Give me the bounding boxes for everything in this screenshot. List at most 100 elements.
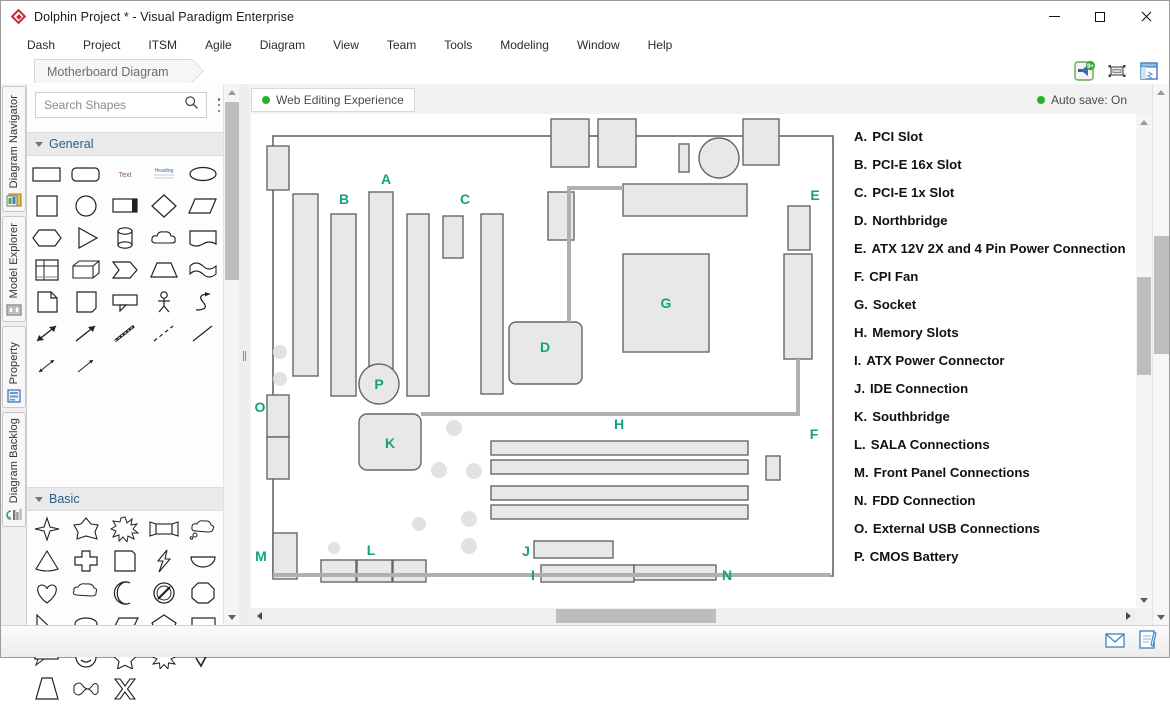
shape-cloud[interactable] [145,222,184,254]
shape-folded-corner[interactable] [66,286,105,318]
menu-item-agile[interactable]: Agile [191,35,246,55]
canvas-vertical-scrollbar[interactable] [1136,114,1152,608]
shape-explosion-star[interactable] [105,513,144,545]
menu-item-modeling[interactable]: Modeling [486,35,563,55]
shape-lightning-bolt[interactable] [145,545,184,577]
shape-cube[interactable] [66,254,105,286]
scrollbar-thumb[interactable] [1137,277,1151,375]
scrollbar-thumb[interactable] [225,102,239,280]
shape-rectangle[interactable] [27,158,66,190]
search-icon[interactable] [184,95,199,115]
splitter-grip[interactable] [243,351,246,361]
menu-item-team[interactable]: Team [373,35,430,55]
minimize-button[interactable] [1031,1,1077,32]
shape-thin-double-arrow[interactable] [27,350,66,382]
note-edit-icon[interactable] [1139,630,1157,654]
shape-arrow-up-right[interactable] [66,318,105,350]
menu-item-tools[interactable]: Tools [430,35,486,55]
panel-layout-icon[interactable] [1137,59,1161,83]
shape-moon[interactable] [105,577,144,609]
shape-chevron-arrow[interactable] [105,254,144,286]
shape-four-point-star[interactable] [27,513,66,545]
shape-process-bar[interactable] [105,190,144,222]
shape-dashed-line[interactable] [145,318,184,350]
shape-trapezoid-tall[interactable] [27,673,66,705]
panel-splitter[interactable] [239,84,249,625]
shape-cross[interactable] [66,545,105,577]
scroll-up-icon[interactable] [1153,84,1169,100]
shape-octagon[interactable] [184,577,223,609]
close-button[interactable] [1123,1,1169,32]
shape-wave[interactable] [184,254,223,286]
shape-circle[interactable] [66,190,105,222]
shape-x-cross[interactable] [105,673,144,705]
shape-actor[interactable] [145,286,184,318]
shape-curve-arrow[interactable] [184,286,223,318]
shape-ribbon-banner[interactable] [145,513,184,545]
motherboard-diagram-svg[interactable]: A B C D E F G H I J K L M N O P [251,114,1136,608]
search-shapes-field[interactable] [35,92,207,118]
tab-motherboard-diagram[interactable]: Motherboard Diagram [34,59,192,83]
shapes-panel-scrollbar[interactable] [223,84,239,625]
message-icon[interactable] [1105,632,1125,653]
shape-diamond[interactable] [145,190,184,222]
scroll-down-icon[interactable] [1136,592,1152,608]
shape-square-folded[interactable] [105,545,144,577]
scroll-left-icon[interactable] [251,608,267,624]
shape-heart[interactable] [27,577,66,609]
menu-item-view[interactable]: View [319,35,373,55]
scroll-up-icon[interactable] [1136,114,1152,130]
section-header-basic[interactable]: Basic [27,487,223,511]
scroll-up-icon[interactable] [224,84,240,100]
shape-wave-ribbon[interactable] [66,673,105,705]
shape-thought-cloud[interactable] [184,513,223,545]
scroll-down-icon[interactable] [224,609,240,625]
editor-outer-scrollbar[interactable] [1152,84,1169,625]
sidebar-tab-property[interactable]: Property [2,326,26,408]
fit-to-screen-icon[interactable] [1105,59,1129,83]
shape-heading-text[interactable]: Heading [145,158,184,190]
shape-square[interactable] [27,190,66,222]
sidebar-tab-model-explorer[interactable]: Model Explorer [2,216,26,322]
announcement-icon[interactable]: 9+ [1073,59,1097,83]
shape-parallelogram[interactable] [184,190,223,222]
canvas-horizontal-scrollbar[interactable] [251,608,1136,624]
shape-callout-box[interactable] [105,286,144,318]
scroll-down-icon[interactable] [1153,609,1169,625]
shape-solid-line[interactable] [184,318,223,350]
sidebar-tab-diagram-navigator[interactable]: Diagram Navigator [2,86,26,212]
shape-cone[interactable] [27,545,66,577]
scrollbar-thumb[interactable] [556,609,716,623]
shape-rounded-rectangle[interactable] [66,158,105,190]
search-input[interactable] [42,97,184,113]
web-editing-badge[interactable]: Web Editing Experience [251,88,415,112]
shape-document[interactable] [27,286,66,318]
diagram-canvas[interactable]: A B C D E F G H I J K L M N O P [251,114,1136,608]
shape-no-entry[interactable] [145,577,184,609]
autosave-badge[interactable]: Auto save: On [1029,88,1135,112]
shape-cloud-callout[interactable] [66,577,105,609]
menu-item-project[interactable]: Project [69,35,134,55]
menu-item-itsm[interactable]: ITSM [134,35,191,55]
shape-cylinder[interactable] [105,222,144,254]
shape-double-arrow[interactable] [27,318,66,350]
menu-item-diagram[interactable]: Diagram [246,35,319,55]
sidebar-tab-diagram-backlog[interactable]: Diagram Backlog [2,412,26,527]
shape-hatched-line[interactable] [105,318,144,350]
shape-table[interactable] [27,254,66,286]
menu-item-window[interactable]: Window [563,35,634,55]
scrollbar-thumb[interactable] [1154,236,1169,354]
scroll-right-icon[interactable] [1120,608,1136,624]
maximize-button[interactable] [1077,1,1123,32]
shape-half-circle[interactable] [184,545,223,577]
menu-item-dash[interactable]: Dash [13,35,69,55]
shape-thin-arrow[interactable] [66,350,105,382]
shape-hexagon[interactable] [27,222,66,254]
menu-item-help[interactable]: Help [634,35,687,55]
shape-six-point-star[interactable] [66,513,105,545]
shape-triangle-right[interactable] [66,222,105,254]
shape-ellipse[interactable] [184,158,223,190]
shape-text[interactable]: Text [105,158,144,190]
shape-note-wave[interactable] [184,222,223,254]
section-header-general[interactable]: General [27,132,223,156]
